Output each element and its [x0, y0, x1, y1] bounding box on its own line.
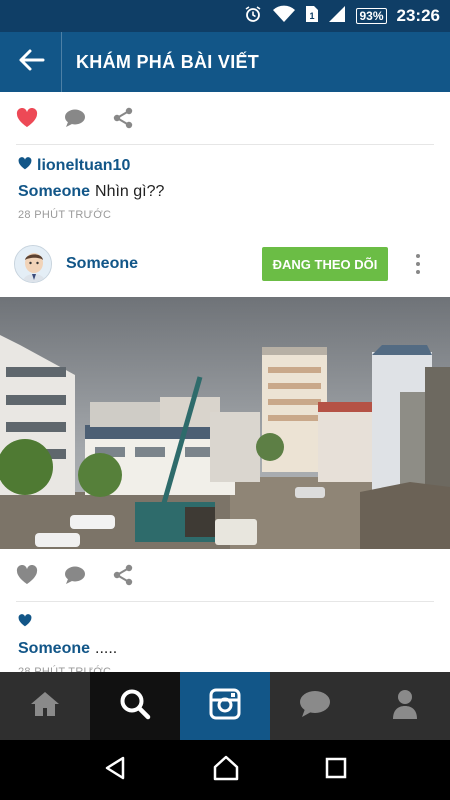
camera-icon	[209, 688, 241, 725]
back-arrow-icon	[17, 48, 45, 77]
share-icon[interactable]	[112, 107, 134, 129]
comment-icon[interactable]	[64, 107, 86, 129]
status-bar: 1 93% 23:26	[0, 0, 450, 32]
wifi-icon	[272, 5, 296, 28]
feed[interactable]: lioneltuan10 Someone Nhìn gì?? 28 PHÚT TR…	[0, 92, 450, 672]
system-nav-bar	[0, 740, 450, 800]
nav-camera[interactable]	[180, 672, 270, 740]
likes-row: lioneltuan10	[0, 145, 450, 175]
caption-text: Nhìn gì??	[95, 183, 165, 200]
sim-icon: 1	[306, 5, 319, 27]
heart-icon[interactable]	[16, 107, 38, 129]
share-icon[interactable]	[112, 564, 134, 586]
caption-username[interactable]: Someone	[18, 183, 90, 200]
post-actions	[0, 549, 450, 601]
post-username[interactable]: Someone	[66, 255, 262, 273]
more-vert-icon[interactable]	[408, 252, 428, 276]
post-header: Someone ĐANG THEO DÕI	[0, 231, 450, 297]
activity-icon	[299, 690, 331, 723]
nav-activity[interactable]	[270, 672, 360, 740]
bottom-nav	[0, 672, 450, 740]
page-title: KHÁM PHÁ BÀI VIẾT	[76, 51, 260, 72]
avatar[interactable]	[14, 245, 52, 283]
nav-profile[interactable]	[360, 672, 450, 740]
small-heart-icon	[18, 157, 32, 175]
nav-home[interactable]	[0, 672, 90, 740]
profile-icon	[392, 689, 418, 724]
nav-search[interactable]	[90, 672, 180, 740]
recents-nav-icon[interactable]	[325, 757, 347, 784]
heart-icon[interactable]	[16, 564, 38, 586]
back-button[interactable]	[0, 32, 62, 92]
svg-text:1: 1	[310, 11, 315, 21]
post-actions	[0, 92, 450, 144]
search-icon	[119, 688, 151, 725]
post-timestamp: 28 PHÚT TRƯỚC	[18, 666, 112, 672]
clock: 23:26	[396, 6, 440, 25]
following-button[interactable]: ĐANG THEO DÕI	[262, 247, 388, 281]
post-caption: Someone Nhìn gì??	[0, 175, 450, 201]
liked-by-user[interactable]: lioneltuan10	[37, 157, 130, 175]
home-nav-icon[interactable]	[213, 755, 239, 786]
comment-icon[interactable]	[64, 564, 86, 586]
signal-icon	[328, 5, 346, 28]
alarm-icon	[244, 5, 262, 28]
small-heart-icon	[18, 614, 32, 632]
caption-username[interactable]: Someone	[18, 640, 90, 657]
battery-indicator: 93%	[356, 8, 387, 24]
post-caption: Someone.....	[0, 632, 450, 658]
home-icon	[30, 690, 60, 723]
caption-text: .....	[95, 640, 118, 657]
back-nav-icon[interactable]	[103, 756, 127, 785]
likes-row	[0, 602, 450, 632]
app-bar: KHÁM PHÁ BÀI VIẾT	[0, 32, 450, 92]
post-timestamp: 28 PHÚT TRƯỚC	[18, 209, 112, 221]
post-photo[interactable]	[0, 297, 450, 549]
